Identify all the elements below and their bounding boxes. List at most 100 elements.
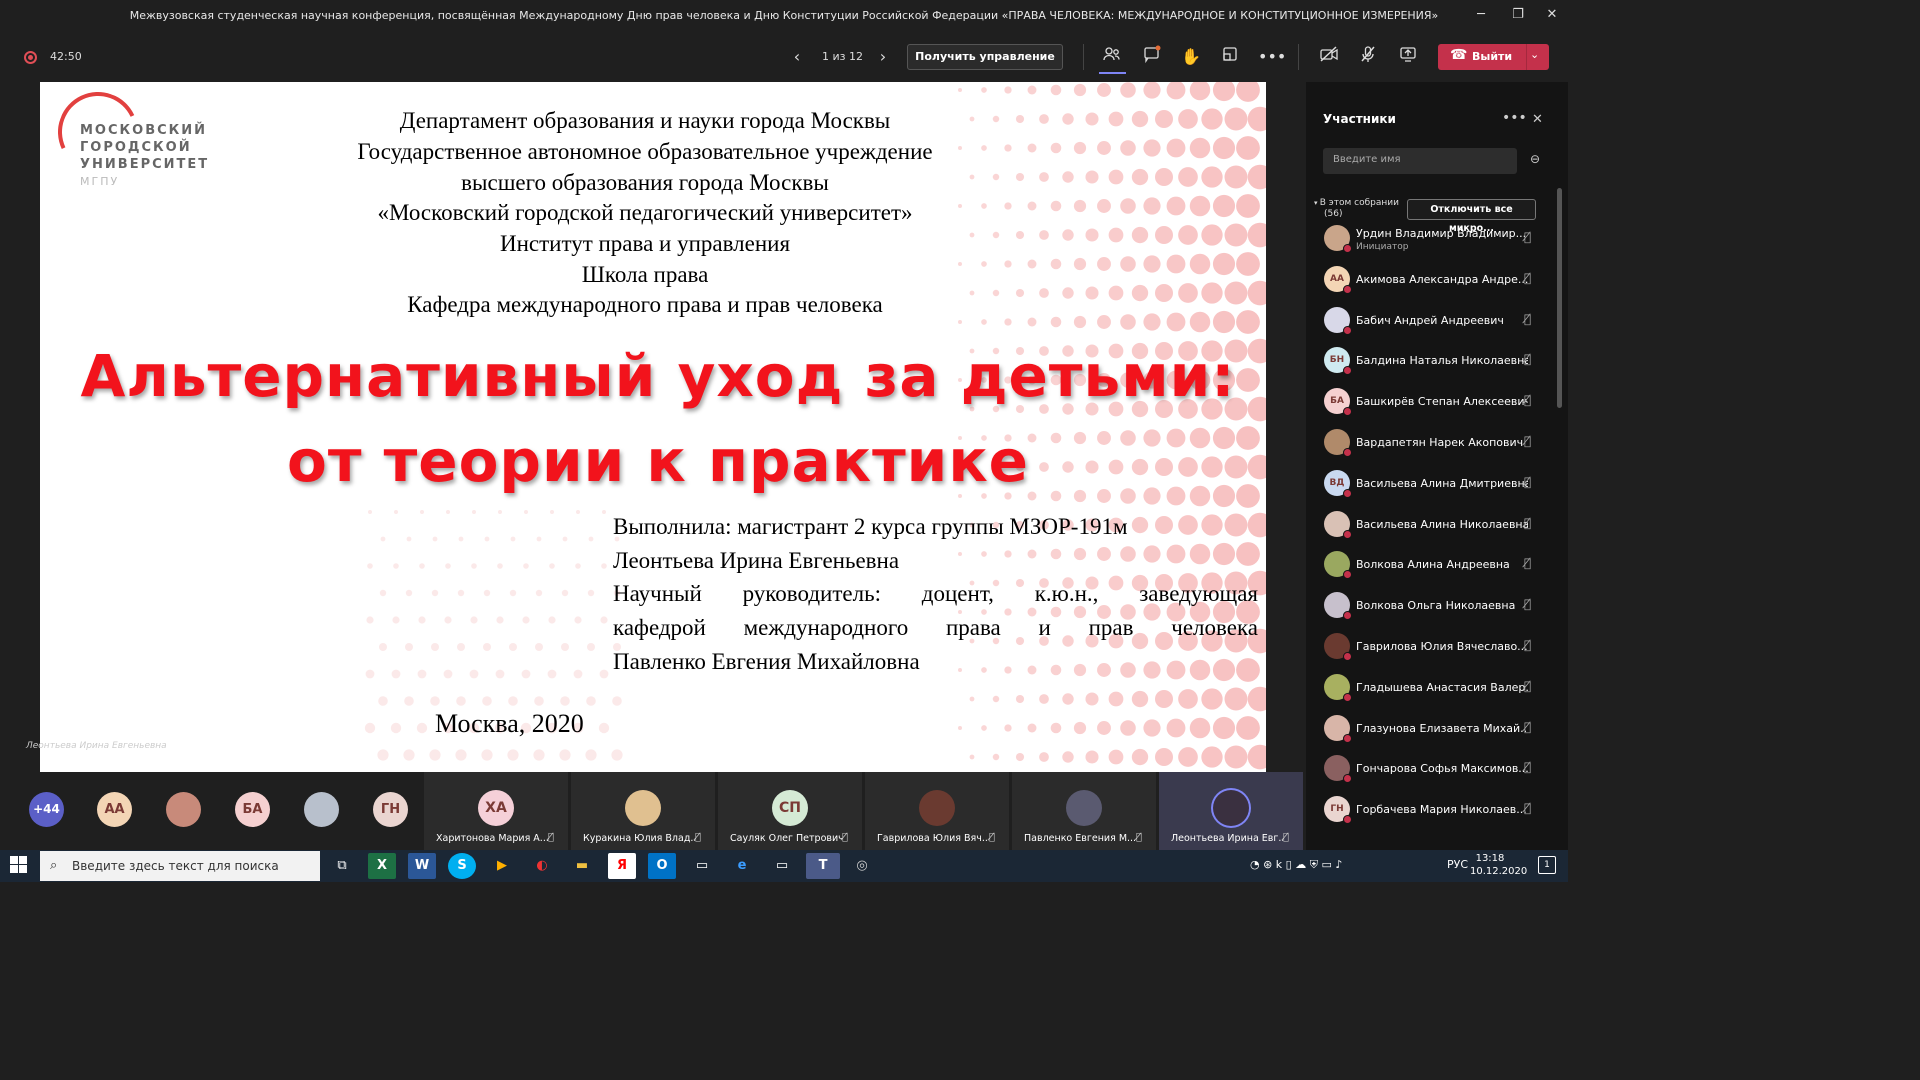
status-dot (1343, 529, 1352, 539)
language-indicator[interactable]: РУС (1447, 858, 1468, 871)
mic-off-icon[interactable]: 🎙̸ (1524, 271, 1531, 285)
mic-off-icon[interactable]: 🎙̸ (1524, 434, 1531, 448)
participant-row[interactable]: Гаврилова Юлия Вячеславо... 🎙̸ (1314, 626, 1554, 667)
window-icon[interactable]: ▭ (688, 853, 716, 879)
gallery-avatar[interactable] (166, 792, 201, 827)
close-window-icon[interactable]: ✕ (1542, 7, 1562, 27)
video-tile[interactable]: Леонтьева Ирина Евг... 🎙̸ (1159, 772, 1303, 850)
participant-row[interactable]: Волкова Алина Андреевна 🎙̸ (1314, 544, 1554, 585)
participant-row[interactable]: БА Башкирёв Степан Алексеевич 🎙̸ (1314, 381, 1554, 422)
decorative-dot (1224, 223, 1248, 247)
next-slide-icon[interactable]: › (871, 45, 895, 69)
taskbar-search-input[interactable]: ⌕ Введите здесь текст для поиска (40, 851, 320, 881)
participant-row[interactable]: Вардапетян Нарек Акопович 🎙̸ (1314, 422, 1554, 463)
mic-off-icon[interactable]: 🎙̸ (1524, 801, 1531, 815)
video-tile[interactable]: Куракина Юлия Влад... 🎙̸ (571, 772, 715, 850)
participant-row[interactable]: Глазунова Елизавета Михай... 🎙̸ (1314, 708, 1554, 749)
participant-row[interactable]: Гладышева Анастасия Валер... 🎙̸ (1314, 667, 1554, 708)
app-icon-2[interactable]: ◎ (848, 853, 876, 879)
excel-icon[interactable]: X (368, 853, 396, 879)
start-icon[interactable] (10, 856, 28, 874)
mic-off-icon[interactable]: 🎙̸ (1524, 597, 1531, 611)
mic-off-icon[interactable]: 🎙̸ (1524, 312, 1531, 326)
mic-off-icon[interactable]: 🎙̸ (1524, 556, 1531, 570)
mic-off-icon[interactable]: 🎙̸ (1524, 393, 1531, 407)
edge-icon[interactable]: e (728, 853, 756, 879)
participant-row[interactable]: Волкова Ольга Николаевна 🎙̸ (1314, 585, 1554, 626)
participant-row[interactable]: БН Балдина Наталья Николаевна 🎙̸ (1314, 340, 1554, 381)
yandex-browser-icon[interactable]: Я (608, 853, 636, 879)
rooms-icon[interactable] (1218, 45, 1242, 69)
gallery-avatar[interactable]: БА (235, 792, 270, 827)
decorative-dot (495, 669, 505, 679)
media-player-icon[interactable]: ▶ (488, 853, 516, 879)
decorative-dot (509, 589, 517, 597)
mute-all-button[interactable]: Отключить все микро... (1407, 199, 1536, 234)
shared-slide: МОСКОВСКИЙ ГОРОДСКОЙ УНИВЕРСИТЕТ МГПУ Де… (40, 82, 1266, 772)
mic-off-icon[interactable] (1356, 45, 1380, 69)
chevron-down-icon[interactable]: ⌄ (1530, 48, 1539, 61)
gallery-avatar[interactable]: ГН (373, 792, 408, 827)
participant-search-input[interactable]: Введите имя (1323, 148, 1517, 174)
tray-icons[interactable]: ◔ ⊛ k ▯ ☁ ⛨ ▭ ♪ (1250, 858, 1342, 872)
video-tile[interactable]: Павленко Евгения М... 🎙̸ (1012, 772, 1156, 850)
mic-off-icon[interactable]: 🎙̸ (1524, 516, 1531, 530)
gallery-avatar[interactable] (304, 792, 339, 827)
prev-slide-icon[interactable]: ‹ (785, 45, 809, 69)
mic-off-icon[interactable]: 🎙̸ (1524, 475, 1531, 489)
word-icon[interactable]: W (408, 853, 436, 879)
clock[interactable]: 13:18 10.12.2020 (1470, 852, 1527, 878)
mic-off-icon[interactable]: 🎙̸ (1524, 230, 1531, 244)
raise-hand-icon[interactable]: ✋ (1179, 45, 1203, 69)
participant-row[interactable]: Урдин Владимир Владимир... Инициатор 🎙̸ (1314, 218, 1554, 259)
share-screen-icon[interactable] (1396, 45, 1420, 69)
panel-scrollbar[interactable] (1557, 188, 1562, 408)
panel-more-icon[interactable]: ••• (1502, 110, 1527, 126)
avatar (1324, 428, 1352, 457)
in-meeting-section[interactable]: ▾ В этом собрании (56) (1314, 198, 1399, 220)
mic-off-icon[interactable]: 🎙̸ (1524, 679, 1531, 693)
participants-active-indicator (1099, 72, 1126, 74)
outlook-icon[interactable]: O (648, 853, 676, 879)
app-icon[interactable]: ◐ (528, 853, 556, 879)
task-view-icon[interactable]: ⧉ (328, 853, 356, 879)
teams-icon[interactable]: T (806, 853, 840, 879)
mic-off-icon[interactable]: 🎙̸ (1524, 720, 1531, 734)
participants-icon[interactable] (1100, 45, 1124, 69)
gallery-avatar[interactable]: АА (97, 792, 132, 827)
video-tile[interactable]: Гаврилова Юлия Вяч... 🎙̸ (865, 772, 1009, 850)
more-participants-button[interactable]: +44 (29, 792, 64, 827)
video-tile[interactable]: СП Сауляк Олег Петрович 🎙̸ (718, 772, 862, 850)
author-line-2: Леонтьева Ирина Евгеньевна (613, 548, 900, 573)
participant-row[interactable]: ВД Васильева Алина Дмитриевна 🎙̸ (1314, 463, 1554, 504)
participant-row[interactable]: Васильева Алина Николаевна 🎙̸ (1314, 504, 1554, 545)
share-invite-icon[interactable]: ⊖ (1530, 152, 1540, 166)
avatar (1324, 755, 1352, 784)
header-line-1: Департамент образования и науки города М… (399, 108, 891, 133)
skype-icon[interactable]: S (448, 853, 476, 879)
panel-close-icon[interactable]: ✕ (1532, 112, 1543, 127)
notifications-icon[interactable]: 1 (1538, 856, 1556, 874)
participant-row[interactable]: Гончарова Софья Максимов... 🎙̸ (1314, 748, 1554, 789)
more-actions-icon[interactable]: ••• (1258, 45, 1286, 69)
participant-row[interactable]: Бабич Андрей Андреевич 🎙̸ (1314, 300, 1554, 341)
video-tile[interactable]: ХА Харитонова Мария А... 🎙̸ (424, 772, 568, 850)
mic-off-icon[interactable]: 🎙̸ (1524, 638, 1531, 652)
chat-icon[interactable] (1140, 45, 1164, 69)
file-explorer-icon[interactable]: ▬ (568, 853, 596, 879)
maximize-icon[interactable]: ❐ (1508, 7, 1528, 27)
decorative-dot (992, 695, 1000, 703)
search-icon: ⌕ (50, 858, 58, 873)
minimize-icon[interactable]: ─ (1471, 7, 1491, 27)
leave-button[interactable]: ☎ Выйти ⌄ (1438, 44, 1549, 70)
take-control-button[interactable]: Получить управление (907, 44, 1063, 70)
window-icon-2[interactable]: ▭ (768, 853, 796, 879)
camera-off-icon[interactable] (1317, 45, 1341, 69)
decorative-dot (1085, 228, 1099, 242)
participant-row[interactable]: ГН Горбачева Мария Николаев... 🎙̸ (1314, 789, 1554, 830)
participant-row[interactable]: АА Акимова Александра Андре... 🎙̸ (1314, 259, 1554, 300)
mic-off-icon[interactable]: 🎙̸ (1524, 352, 1531, 366)
mic-off-icon[interactable]: 🎙̸ (1524, 760, 1531, 774)
decorative-dot (1073, 83, 1087, 97)
decorative-dot (587, 589, 595, 597)
